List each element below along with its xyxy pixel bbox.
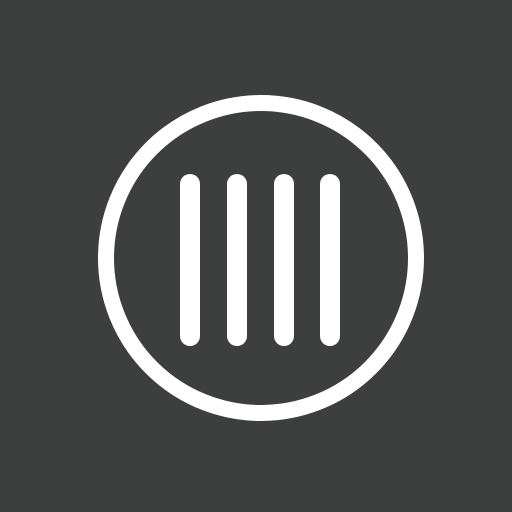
outer-ring — [98, 95, 424, 421]
vertical-bar-1 — [180, 174, 200, 346]
vertical-bar-3 — [274, 174, 294, 346]
four-vertical-bars-in-circle-icon — [98, 95, 424, 421]
app-icon-tile — [0, 0, 512, 512]
vertical-bar-4 — [320, 174, 340, 346]
vertical-bar-2 — [227, 174, 247, 346]
bars-group — [180, 174, 340, 346]
